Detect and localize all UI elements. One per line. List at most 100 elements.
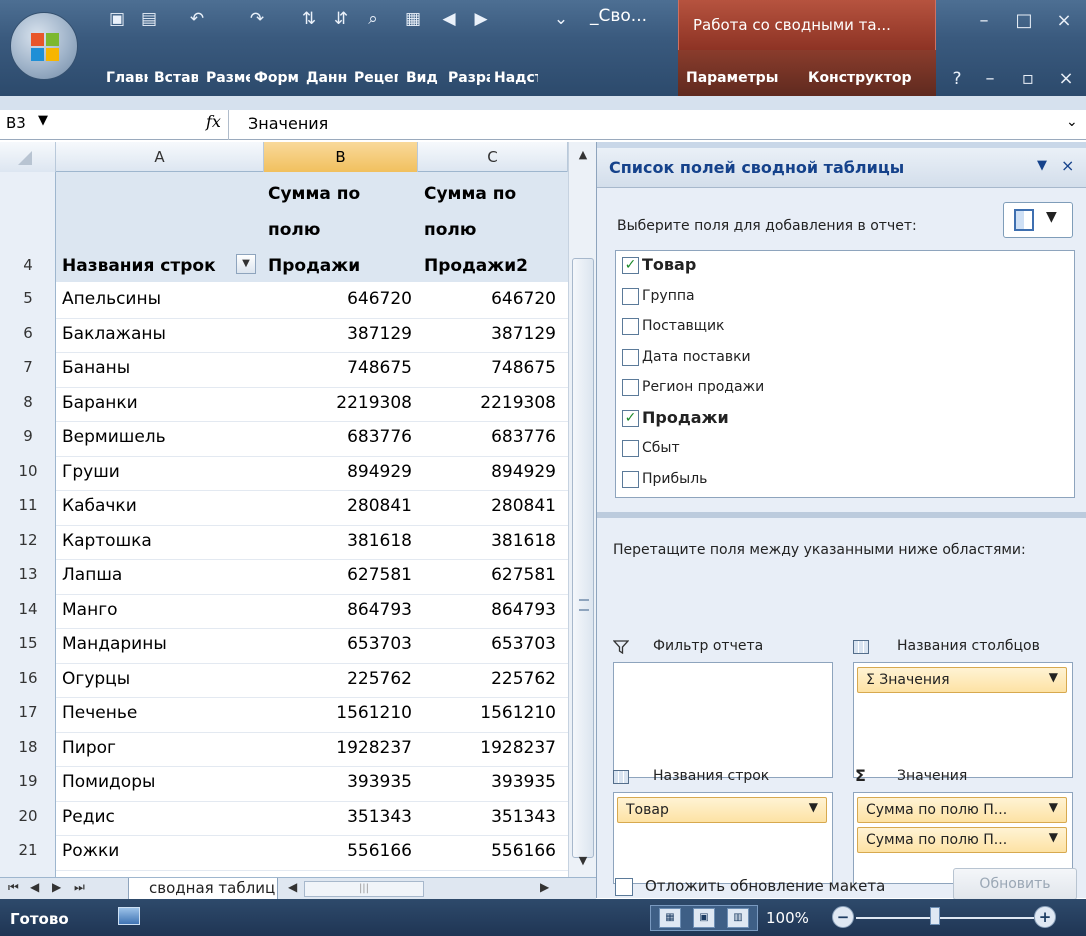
row-header[interactable]: 6 [0, 324, 56, 342]
row-label-cell[interactable]: Манго [62, 600, 258, 620]
row-header[interactable]: 11 [0, 496, 56, 514]
zoom-slider-thumb[interactable] [930, 907, 940, 925]
row-header[interactable]: 10 [0, 462, 56, 480]
prev-sheet-icon[interactable]: ◀ [30, 880, 39, 894]
macro-record-icon[interactable] [118, 907, 140, 925]
value-cell-c[interactable]: 646720 [418, 289, 556, 309]
row-label-cell[interactable]: Груши [62, 462, 258, 482]
value-cell-b[interactable]: 381618 [264, 531, 412, 551]
value-cell-c[interactable]: 653703 [418, 634, 556, 654]
defer-update-checkbox[interactable] [615, 878, 633, 896]
tab-design[interactable]: Конструктор [808, 70, 930, 94]
insert-function-icon[interactable]: fx [206, 112, 221, 131]
field-layout-button[interactable]: ▼ [1003, 202, 1073, 238]
update-button[interactable]: Обновить [953, 868, 1077, 900]
formula-input[interactable]: Значения [248, 114, 328, 133]
value-cell-b[interactable]: 1928237 [264, 738, 412, 758]
close-icon[interactable]: × [1046, 8, 1082, 34]
minimize-icon[interactable]: – [966, 8, 1002, 34]
column-header-a[interactable]: A [56, 142, 264, 172]
ribbon-restore-icon[interactable]: ▫ [1010, 66, 1046, 92]
expand-formula-icon[interactable]: ⌄ [1066, 114, 1078, 130]
value-cell-c[interactable]: 387129 [418, 324, 556, 344]
row-header[interactable]: 17 [0, 703, 56, 721]
value-cell-c[interactable]: 225762 [418, 669, 556, 689]
tab-review[interactable]: Рецег [354, 70, 398, 94]
row-label-cell[interactable]: Кабачки [62, 496, 258, 516]
page-layout-view-icon[interactable]: ▣ [693, 908, 715, 928]
page-break-view-icon[interactable]: ▥ [727, 908, 749, 928]
ribbon-close-icon[interactable]: × [1048, 66, 1084, 92]
tab-options[interactable]: Параметры [686, 70, 798, 94]
back-icon[interactable]: ◀ [436, 6, 462, 32]
select-all-button[interactable] [0, 142, 56, 172]
row-labels-filter-button[interactable]: ▼ [236, 254, 256, 274]
row-header[interactable]: 21 [0, 841, 56, 859]
unchecked-checkbox-icon[interactable] [622, 348, 639, 366]
scroll-up-icon[interactable]: ▲ [569, 142, 597, 168]
unchecked-checkbox-icon[interactable] [622, 287, 639, 305]
value-cell-c[interactable]: 2219308 [418, 393, 556, 413]
column-header-c[interactable]: C [418, 142, 568, 172]
value-cell-b[interactable]: 2219308 [264, 393, 412, 413]
tab-formulas[interactable]: Форм [254, 70, 298, 94]
checked-checkbox-icon[interactable]: ✓ [622, 409, 639, 427]
row-header[interactable]: 9 [0, 427, 56, 445]
column-field-chip[interactable]: Σ Значения ▼ [857, 667, 1067, 693]
scroll-right-icon[interactable]: ▶ [540, 880, 549, 894]
vertical-scrollbar[interactable]: ▲ ▼ [568, 142, 596, 877]
row-label-cell[interactable]: Рожки [62, 841, 258, 861]
sort-desc-icon[interactable]: ⇵ [328, 6, 354, 32]
value-field-chip-1[interactable]: Сумма по полю П... ▼ [857, 797, 1067, 823]
row-field-chip[interactable]: Товар ▼ [617, 797, 827, 823]
row-label-cell[interactable]: Баклажаны [62, 324, 258, 344]
value-cell-b[interactable]: 653703 [264, 634, 412, 654]
value-cell-c[interactable]: 280841 [418, 496, 556, 516]
row-header[interactable]: 16 [0, 669, 56, 687]
scroll-thumb[interactable] [572, 258, 594, 858]
tab-home[interactable]: Главн [106, 70, 148, 94]
print-preview-icon[interactable]: ⌕ [360, 6, 386, 32]
tab-developer[interactable]: Разра [448, 70, 490, 94]
tab-addins[interactable]: Надст [494, 70, 538, 94]
checked-checkbox-icon[interactable]: ✓ [622, 257, 639, 274]
scroll-left-icon[interactable]: ◀ [288, 880, 297, 894]
value-cell-c[interactable]: 1561210 [418, 703, 556, 723]
unchecked-checkbox-icon[interactable] [622, 440, 639, 457]
tab-view[interactable]: Вид [406, 70, 440, 94]
column-header-b[interactable]: B [264, 142, 418, 172]
row-header[interactable]: 5 [0, 289, 56, 307]
normal-view-icon[interactable]: ▦ [659, 908, 681, 928]
insert-icon[interactable]: ▦ [400, 6, 426, 32]
zoom-in-icon[interactable]: + [1034, 906, 1056, 928]
rows-area-box[interactable]: Товар ▼ [613, 792, 833, 884]
next-sheet-icon[interactable]: ▶ [52, 880, 61, 894]
value-cell-b[interactable]: 351343 [264, 807, 412, 827]
undo-icon[interactable]: ↶ [184, 6, 210, 32]
value-cell-b[interactable]: 646720 [264, 289, 412, 309]
value-cell-b[interactable]: 864793 [264, 600, 412, 620]
maximize-icon[interactable]: □ [1006, 8, 1042, 34]
row-labels-header[interactable]: Названия строк [62, 256, 216, 276]
row-header[interactable]: 7 [0, 358, 56, 376]
tab-insert[interactable]: Встав [154, 70, 198, 94]
layout-icon[interactable]: ▤ [136, 6, 162, 32]
value-cell-c[interactable]: 1928237 [418, 738, 556, 758]
first-sheet-icon[interactable]: ⏮ [8, 880, 19, 895]
row-label-cell[interactable]: Мандарины [62, 634, 258, 654]
value-cell-c[interactable]: 748675 [418, 358, 556, 378]
zoom-out-icon[interactable]: − [832, 906, 854, 928]
value-cell-b[interactable]: 556166 [264, 841, 412, 861]
row-label-cell[interactable]: Печенье [62, 703, 258, 723]
row-header[interactable]: 12 [0, 531, 56, 549]
filter-area-box[interactable] [613, 662, 833, 778]
value-cell-c[interactable]: 351343 [418, 807, 556, 827]
scroll-down-icon[interactable]: ▼ [569, 848, 597, 874]
name-box-dropdown-icon[interactable]: ▼ [38, 113, 48, 128]
row-header[interactable]: 4 [0, 256, 56, 274]
unchecked-checkbox-icon[interactable] [622, 318, 639, 335]
pane-close-icon[interactable]: × [1061, 156, 1074, 175]
name-box[interactable]: B3 [6, 114, 26, 132]
row-label-cell[interactable]: Бананы [62, 358, 258, 378]
office-button[interactable] [10, 12, 78, 80]
